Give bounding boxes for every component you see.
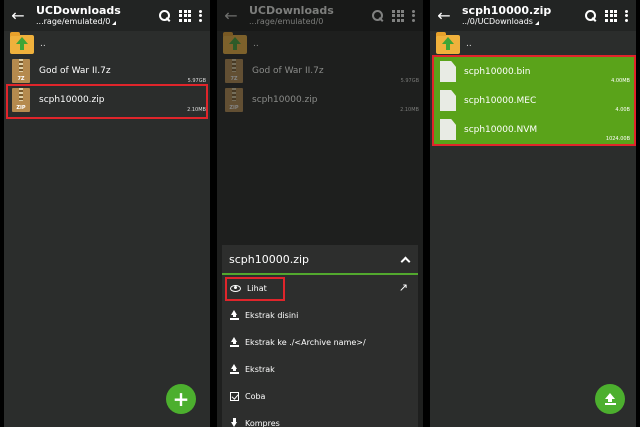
sheet-header[interactable]: scph10000.zip (222, 245, 418, 275)
file-name: God of War II.7z (39, 66, 111, 76)
app-bar-titles: scph10000.zip ../0/UCDownloads (458, 4, 584, 27)
overflow-menu-icon[interactable] (199, 9, 202, 22)
app-bar-titles: UCDownloads ...rage/emulated/0 (245, 4, 371, 27)
folder-up-icon (436, 31, 460, 54)
highlight-box (432, 55, 636, 146)
menu-item-extract[interactable]: Ekstrak (222, 359, 418, 379)
menu-item-label: Kompres (245, 418, 280, 427)
folder-title: UCDownloads (36, 4, 121, 17)
archive-7z-icon: 7Z (12, 59, 30, 83)
highlight-box (6, 84, 208, 119)
checkbox-icon (230, 391, 239, 401)
file-size: 5.97GB (400, 78, 419, 84)
overflow-menu-icon[interactable] (625, 9, 628, 22)
archive-7z-icon: 7Z (225, 59, 243, 83)
archive-path[interactable]: ../0/UCDownloads (462, 17, 584, 27)
folder-up-icon (10, 31, 34, 54)
folder-up-icon (223, 31, 247, 54)
panel-context-menu: ← UCDownloads ...rage/emulated/0 .. 7Z G… (217, 0, 423, 427)
extract-fab-button[interactable] (595, 384, 625, 414)
back-arrow-icon[interactable]: ← (4, 0, 32, 31)
folder-path-text: ...rage/emulated/0 (36, 17, 111, 26)
dropdown-triangle-icon (112, 21, 117, 25)
parent-folder-label: .. (466, 39, 472, 49)
search-icon[interactable] (158, 9, 171, 22)
upload-arrow-icon (230, 310, 239, 320)
app-bar: ← UCDownloads ...rage/emulated/0 (4, 0, 210, 31)
parent-folder-row[interactable]: .. (4, 31, 210, 55)
parent-folder-label: .. (253, 39, 259, 49)
file-size: 2.10MB (400, 107, 419, 113)
plus-icon: + (172, 387, 190, 411)
archive-zip-icon: ZIP (225, 88, 243, 112)
menu-item-label: Ekstrak (245, 364, 275, 374)
highlight-box (225, 277, 285, 301)
file-name: scph10000.zip (252, 95, 318, 105)
file-row[interactable]: ZIP scph10000.zip 2.10MB (217, 86, 423, 114)
context-menu-sheet: scph10000.zip Lihat ↗ Ekstrak disini Eks… (222, 245, 418, 427)
panel-archive-contents: ← scph10000.zip ../0/UCDownloads .. scph… (430, 0, 636, 427)
back-arrow-icon[interactable]: ← (217, 0, 245, 31)
menu-item-label: Coba (245, 391, 266, 401)
app-bar: ← scph10000.zip ../0/UCDownloads (430, 0, 636, 31)
search-icon[interactable] (584, 9, 597, 22)
parent-folder-row[interactable]: .. (430, 31, 636, 55)
parent-folder-row[interactable]: .. (217, 31, 423, 55)
upload-arrow-icon (230, 337, 239, 347)
grid-view-icon[interactable] (605, 9, 617, 22)
file-row[interactable]: 7Z God of War II.7z 5.97GB (4, 57, 210, 85)
sheet-title: scph10000.zip (229, 252, 310, 266)
back-arrow-icon[interactable]: ← (430, 0, 458, 31)
folder-path[interactable]: ...rage/emulated/0 (36, 17, 158, 27)
folder-title: UCDownloads (249, 4, 334, 17)
extract-up-icon (604, 392, 617, 406)
app-bar-actions (584, 9, 636, 22)
upload-arrow-icon (230, 364, 239, 374)
menu-item-compress[interactable]: Kompres (222, 413, 418, 427)
menu-item-label: Ekstrak disini (245, 310, 299, 320)
archive-title: scph10000.zip (462, 4, 552, 17)
grid-view-icon[interactable] (179, 9, 191, 22)
menu-item-extract-here[interactable]: Ekstrak disini (222, 305, 418, 325)
archive-path-text: ../0/UCDownloads (462, 17, 533, 26)
overflow-menu-icon[interactable] (412, 9, 415, 22)
file-row[interactable]: 7Z God of War II.7z 5.97GB (217, 57, 423, 85)
app-bar-actions (158, 9, 210, 22)
open-external-icon[interactable]: ↗ (399, 282, 408, 294)
menu-item-test[interactable]: Coba (222, 386, 418, 406)
download-arrow-icon (230, 418, 239, 427)
folder-path[interactable]: ...rage/emulated/0 (249, 17, 371, 27)
add-fab-button[interactable]: + (166, 384, 196, 414)
folder-path-text: ...rage/emulated/0 (249, 17, 324, 26)
menu-item-extract-to-folder[interactable]: Ekstrak ke ./<Archive name>/ (222, 332, 418, 352)
file-name: God of War II.7z (252, 66, 324, 76)
search-icon[interactable] (371, 9, 384, 22)
screenshot-stage: ← UCDownloads ...rage/emulated/0 .. 7Z G… (0, 0, 640, 427)
app-bar-titles: UCDownloads ...rage/emulated/0 (32, 4, 158, 27)
menu-item-label: Ekstrak ke ./<Archive name>/ (245, 337, 366, 347)
dropdown-triangle-icon (534, 21, 539, 25)
panel-file-list: ← UCDownloads ...rage/emulated/0 .. 7Z G… (4, 0, 210, 427)
grid-view-icon[interactable] (392, 9, 404, 22)
app-bar-actions (371, 9, 423, 22)
app-bar: ← UCDownloads ...rage/emulated/0 (217, 0, 423, 31)
parent-folder-label: .. (40, 39, 46, 49)
chevron-up-icon[interactable] (400, 256, 411, 266)
